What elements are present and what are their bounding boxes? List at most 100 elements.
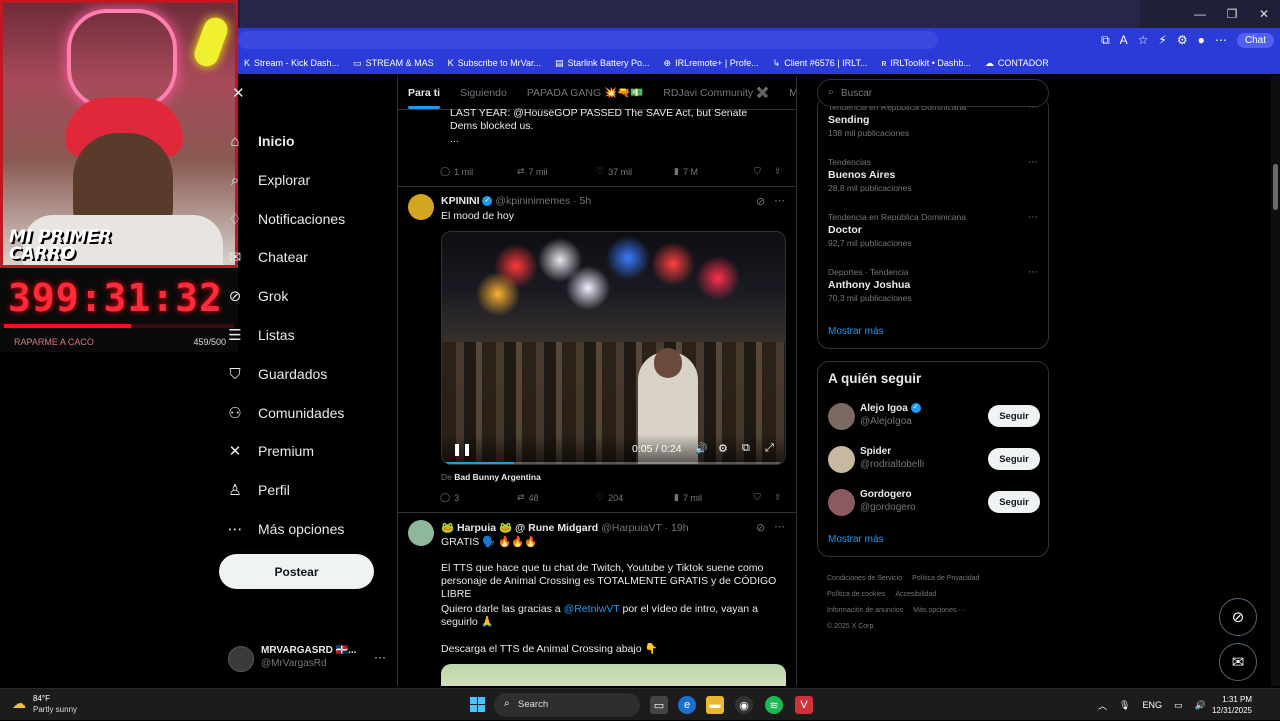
- menu-dots-icon[interactable]: ⋯: [1215, 33, 1227, 47]
- timeline-tab[interactable]: Siguiendo: [460, 87, 507, 99]
- vivaldi-icon[interactable]: V: [795, 696, 813, 714]
- bookmark-item[interactable]: K Subscribe to MrVar...: [448, 58, 541, 68]
- close-button[interactable]: ✕: [1248, 0, 1280, 28]
- avatar[interactable]: [828, 446, 855, 473]
- views-button[interactable]: ▮ 7 M: [674, 166, 698, 177]
- follow-suggestion[interactable]: Alejo Igoa ✓ @AlejoIgoa Seguir: [828, 401, 1040, 431]
- pip-icon[interactable]: ⧉: [742, 442, 750, 455]
- timeline-tab[interactable]: M: [789, 87, 796, 99]
- bookmark-button[interactable]: ⛉: [754, 166, 761, 177]
- video-progress-bar[interactable]: [442, 462, 785, 464]
- search-input[interactable]: ⌕ Buscar: [817, 79, 1049, 107]
- mention-link[interactable]: @RetniwVT: [564, 603, 620, 615]
- nav-item-listas[interactable]: ☰ Listas: [226, 326, 294, 344]
- timeline-tab[interactable]: PAPADA GANG 💥🔫💵: [527, 86, 643, 99]
- footer-link[interactable]: Política de Privacidad: [912, 575, 979, 582]
- pause-icon[interactable]: ❚❚: [452, 442, 472, 456]
- post-button[interactable]: Postear: [219, 554, 374, 589]
- author-name[interactable]: KPININI: [441, 195, 480, 207]
- nav-item-premium[interactable]: ✕ Premium: [226, 442, 314, 460]
- bookmark-item[interactable]: ʀ IRLToolkit • Dashb...: [881, 58, 970, 68]
- repost-button[interactable]: ⇄ 48: [517, 492, 539, 503]
- chevron-up-icon[interactable]: ︿: [1098, 699, 1107, 712]
- footer-link[interactable]: Política de cookies: [827, 591, 885, 598]
- bookmark-item[interactable]: ▭ STREAM & MAS: [353, 58, 434, 69]
- footer-link[interactable]: Accesibilidad: [895, 591, 936, 598]
- repost-button[interactable]: ⇄ 7 mil: [517, 166, 548, 177]
- timeline-tab[interactable]: Para ti: [408, 87, 441, 109]
- language-indicator[interactable]: ENG: [1142, 700, 1162, 710]
- avatar[interactable]: [408, 520, 434, 546]
- fullscreen-icon[interactable]: ⤢: [765, 442, 774, 455]
- more-icon[interactable]: ⋯: [1028, 157, 1038, 168]
- follow-button[interactable]: Seguir: [988, 405, 1040, 427]
- show-more-follow-link[interactable]: Mostrar más: [828, 534, 884, 545]
- address-bar[interactable]: [238, 31, 938, 49]
- grok-fab-icon[interactable]: ⊘: [1219, 598, 1257, 636]
- like-button[interactable]: ♡ 204: [596, 492, 623, 503]
- tab-strip[interactable]: [240, 0, 1140, 28]
- follow-suggestion[interactable]: Spider @rodrialtobelli Seguir: [828, 444, 1040, 474]
- author-handle[interactable]: @HarpuiaVT: [601, 522, 662, 534]
- bookmark-item[interactable]: K Stream - Kick Dash...: [244, 58, 339, 68]
- reply-button[interactable]: ◯ 3: [440, 492, 459, 503]
- messages-fab-icon[interactable]: ✉: [1219, 643, 1257, 681]
- follow-button[interactable]: Seguir: [988, 491, 1040, 513]
- nav-item-explorar[interactable]: ⌕ Explorar: [226, 171, 310, 189]
- bookmark-item[interactable]: ☁ CONTADOR: [985, 58, 1049, 69]
- clock[interactable]: 1:31 PM 12/31/2025: [1208, 694, 1252, 716]
- trend-item[interactable]: Tendencia en República Dominicana Sending…: [828, 102, 1042, 138]
- trend-item[interactable]: Tendencia en República Dominicana Doctor 9…: [828, 212, 1042, 248]
- reply-button[interactable]: ◯ 1 mil: [440, 166, 473, 177]
- avatar[interactable]: [408, 194, 434, 220]
- start-button[interactable]: [470, 697, 485, 712]
- follow-button[interactable]: Seguir: [988, 448, 1040, 470]
- volume-icon[interactable]: 🔊: [694, 442, 708, 455]
- author-handle[interactable]: @kpininimemes: [495, 195, 570, 207]
- nav-item-notificaciones[interactable]: ♢ Notificaciones: [226, 210, 345, 228]
- maximize-button[interactable]: ❐: [1216, 0, 1248, 28]
- bookmark-item[interactable]: ↳ Client #6576 | IRLT...: [773, 58, 868, 69]
- grok-icon[interactable]: ⊘: [756, 521, 765, 534]
- nav-item-más-opciones[interactable]: ⋯ Más opciones: [226, 520, 345, 538]
- settings-icon[interactable]: ⚙: [1177, 33, 1188, 47]
- trend-item[interactable]: Tendencias Buenos Aires 28,8 mil publicaci…: [828, 157, 1042, 193]
- like-button[interactable]: ♡ 37 mil: [596, 166, 632, 177]
- nav-item-chatear[interactable]: ✉ Chatear: [226, 248, 308, 266]
- author-name[interactable]: 🐸 Harpuia 🐸 @ Rune Midgard: [441, 522, 598, 534]
- more-icon[interactable]: ⋯: [1028, 267, 1038, 278]
- avatar[interactable]: [828, 489, 855, 516]
- timeline-tab[interactable]: RDJavi Community ✖️: [663, 86, 769, 99]
- tweet-media[interactable]: [441, 664, 786, 686]
- share-button[interactable]: ⇪: [774, 492, 782, 503]
- nav-item-perfil[interactable]: ♙ Perfil: [226, 481, 290, 499]
- more-icon[interactable]: ⋯: [774, 520, 785, 533]
- spotify-icon[interactable]: ≋: [765, 696, 783, 714]
- bookmark-item[interactable]: ▤ Starlink Battery Po...: [555, 58, 650, 69]
- video-source-link[interactable]: Bad Bunny Argentina: [454, 472, 541, 482]
- views-button[interactable]: ▮ 7 mil: [674, 492, 702, 503]
- minimize-button[interactable]: —: [1184, 0, 1216, 28]
- scrollbar-thumb[interactable]: [1273, 164, 1278, 210]
- edge-icon[interactable]: e: [678, 696, 696, 714]
- bookmark-item[interactable]: ⊕ IRLremote+ | Profe...: [664, 58, 759, 69]
- taskbar-search[interactable]: ⌕ Search: [494, 693, 640, 717]
- more-icon[interactable]: ···: [374, 650, 386, 664]
- settings-icon[interactable]: ⚙: [718, 442, 728, 455]
- footer-link[interactable]: Más opciones ···: [913, 607, 965, 614]
- avatar[interactable]: [828, 403, 855, 430]
- nav-item-grok[interactable]: ⊘ Grok: [226, 287, 289, 305]
- nav-item-guardados[interactable]: ⛉ Guardados: [226, 365, 327, 383]
- tweet-time[interactable]: · 19h: [665, 522, 689, 534]
- network-icon[interactable]: ▭: [1174, 700, 1183, 711]
- x-logo-icon[interactable]: ✕: [232, 84, 245, 102]
- footer-link[interactable]: Condiciones de Servicio: [827, 575, 902, 582]
- page-scrollbar[interactable]: [1271, 76, 1280, 686]
- collections-icon[interactable]: ⚡: [1158, 33, 1166, 47]
- nav-item-comunidades[interactable]: ⚇ Comunidades: [226, 404, 344, 422]
- extensions-icon[interactable]: ⧉: [1101, 33, 1110, 48]
- favorite-star-icon[interactable]: ☆: [1138, 33, 1149, 47]
- tweet-time[interactable]: · 5h: [573, 195, 591, 207]
- obs-icon[interactable]: ◉: [735, 696, 753, 714]
- account-switcher[interactable]: MRVARGASRD 🇩🇴... @MrVargasRd ···: [228, 644, 388, 678]
